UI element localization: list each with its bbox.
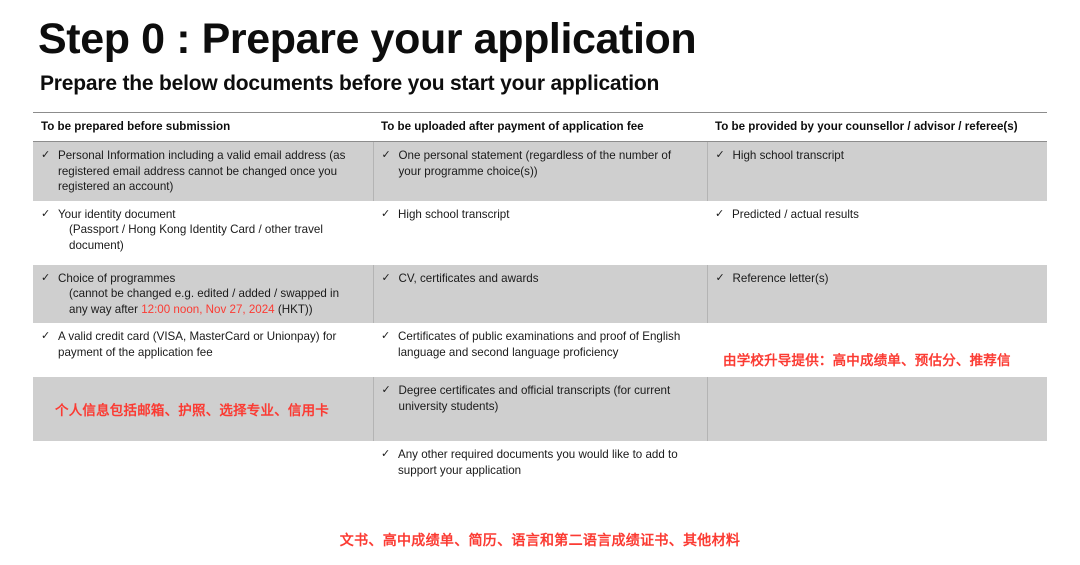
list-item-label: High school transcript bbox=[398, 207, 510, 221]
table-row: ✓ A valid credit card (VISA, MasterCard … bbox=[33, 323, 1047, 377]
list-item: ✓ Predicted / actual results bbox=[715, 207, 1035, 223]
list-item-label: CV, certificates and awards bbox=[398, 271, 539, 285]
cell-upload-5: ✓ Degree certificates and official trans… bbox=[372, 377, 707, 441]
list-item: ✓ High school transcript bbox=[381, 207, 695, 223]
list-item: ✓ One personal statement (regardless of … bbox=[382, 148, 695, 179]
list-item-main: Choice of programmes bbox=[58, 271, 176, 285]
list-item-main: Your identity document bbox=[58, 207, 176, 221]
table-row: ✓ Personal Information including a valid… bbox=[33, 141, 1047, 201]
column-header-counsellor: To be provided by your counsellor / advi… bbox=[707, 112, 1047, 142]
table-row: ✓ Any other required documents you would… bbox=[33, 441, 1047, 484]
list-item: ✓ Degree certificates and official trans… bbox=[382, 383, 695, 414]
list-item: ✓ CV, certificates and awards bbox=[382, 271, 695, 287]
annotation-prepare-cn: 个人信息包括邮箱、护照、选择专业、信用卡 bbox=[55, 403, 329, 419]
cell-upload-6: ✓ Any other required documents you would… bbox=[373, 441, 707, 484]
list-item-label: High school transcript bbox=[732, 149, 844, 162]
check-icon: ✓ bbox=[381, 384, 391, 396]
check-icon: ✓ bbox=[41, 271, 51, 284]
deadline-text-post: (HKT)) bbox=[274, 302, 313, 316]
page-title: Step 0 : Prepare your application bbox=[38, 15, 697, 63]
cell-counsellor-5 bbox=[706, 377, 1047, 441]
cell-counsellor-6 bbox=[707, 441, 1047, 484]
cell-prepare-6 bbox=[33, 441, 373, 484]
check-icon: ✓ bbox=[381, 207, 391, 220]
cell-prepare-4: ✓ A valid credit card (VISA, MasterCard … bbox=[33, 323, 373, 377]
check-icon: ✓ bbox=[715, 149, 725, 161]
list-item: ✓ Choice of programmes (cannot be change… bbox=[41, 271, 361, 318]
list-item-label: A valid credit card (VISA, MasterCard or… bbox=[58, 330, 337, 359]
cell-upload-4: ✓ Certificates of public examinations an… bbox=[373, 323, 707, 377]
list-item-label: One personal statement (regardless of th… bbox=[398, 149, 672, 178]
cell-prepare-1: ✓ Personal Information including a valid… bbox=[33, 141, 373, 201]
check-icon: ✓ bbox=[41, 330, 51, 342]
list-item-detail: (cannot be changed e.g. edited / added /… bbox=[58, 286, 361, 317]
list-item-label: Reference letter(s) bbox=[732, 271, 829, 285]
list-item: ✓ Personal Information including a valid… bbox=[41, 148, 361, 195]
list-item: ✓ High school transcript bbox=[716, 148, 1036, 164]
table-header-row: To be prepared before submission To be u… bbox=[33, 112, 1047, 142]
heading-block: Step 0 : Prepare your application Prepar… bbox=[38, 14, 1048, 97]
check-icon: ✓ bbox=[381, 448, 391, 460]
check-icon: ✓ bbox=[381, 330, 391, 342]
cell-prepare-2: ✓ Your identity document (Passport / Hon… bbox=[33, 200, 373, 265]
list-item-label: Predicted / actual results bbox=[732, 207, 859, 221]
list-item: ✓ Certificates of public examinations an… bbox=[381, 329, 695, 360]
list-item: ✓ Your identity document (Passport / Hon… bbox=[41, 207, 361, 254]
table-header: To be prepared before submission To be u… bbox=[33, 112, 1047, 142]
slide-root: Step 0 : Prepare your application Prepar… bbox=[0, 0, 1080, 565]
check-icon: ✓ bbox=[381, 271, 391, 284]
check-icon: ✓ bbox=[41, 149, 51, 161]
list-item-label: Personal Information including a valid e… bbox=[58, 149, 346, 193]
check-icon: ✓ bbox=[41, 207, 51, 220]
annotation-counsellor-cn: 由学校升导提供：高中成绩单、预估分、推荐信 bbox=[723, 353, 1011, 369]
page-subtitle: Prepare the below documents before you s… bbox=[40, 72, 660, 95]
list-item: ✓ A valid credit card (VISA, MasterCard … bbox=[41, 329, 361, 360]
table-body: ✓ Personal Information including a valid… bbox=[33, 141, 1047, 484]
cell-counsellor-4: 由学校升导提供：高中成绩单、预估分、推荐信 bbox=[707, 323, 1047, 377]
table-row: ✓ Choice of programmes (cannot be change… bbox=[33, 264, 1047, 323]
column-header-prepare: To be prepared before submission bbox=[33, 112, 373, 142]
list-item-label: Your identity document (Passport / Hong … bbox=[58, 207, 361, 254]
list-item-label: Degree certificates and official transcr… bbox=[398, 384, 671, 413]
cell-upload-3: ✓ CV, certificates and awards bbox=[372, 264, 707, 323]
list-item-label: Any other required documents you would l… bbox=[398, 448, 678, 477]
cell-upload-2: ✓ High school transcript bbox=[373, 200, 707, 265]
check-icon: ✓ bbox=[715, 271, 725, 284]
check-icon: ✓ bbox=[715, 207, 725, 220]
table-row: ✓ Your identity document (Passport / Hon… bbox=[33, 200, 1047, 265]
cell-prepare-5: 个人信息包括邮箱、护照、选择专业、信用卡 bbox=[33, 377, 373, 441]
list-item-label: Certificates of public examinations and … bbox=[398, 330, 681, 359]
list-item: ✓ Any other required documents you would… bbox=[381, 447, 695, 478]
cell-counsellor-2: ✓ Predicted / actual results bbox=[707, 200, 1047, 265]
table-row: 个人信息包括邮箱、护照、选择专业、信用卡 ✓ Degree certificat… bbox=[33, 377, 1047, 441]
list-item-label: Choice of programmes (cannot be changed … bbox=[58, 271, 361, 318]
column-header-upload: To be uploaded after payment of applicat… bbox=[373, 112, 707, 142]
list-item: ✓ Reference letter(s) bbox=[716, 271, 1036, 287]
documents-table: To be prepared before submission To be u… bbox=[33, 112, 1047, 484]
deadline-highlight: 12:00 noon, Nov 27, 2024 bbox=[141, 302, 275, 316]
cell-prepare-3: ✓ Choice of programmes (cannot be change… bbox=[33, 264, 373, 323]
cell-upload-1: ✓ One personal statement (regardless of … bbox=[372, 141, 707, 201]
bottom-annotation-cn: 文书、高中成绩单、简历、语言和第二语言成绩证书、其他材料 bbox=[339, 533, 741, 549]
check-icon: ✓ bbox=[381, 149, 391, 161]
cell-counsellor-1: ✓ High school transcript bbox=[706, 141, 1047, 201]
cell-counsellor-3: ✓ Reference letter(s) bbox=[706, 264, 1047, 323]
list-item-detail: (Passport / Hong Kong Identity Card / ot… bbox=[69, 223, 323, 252]
